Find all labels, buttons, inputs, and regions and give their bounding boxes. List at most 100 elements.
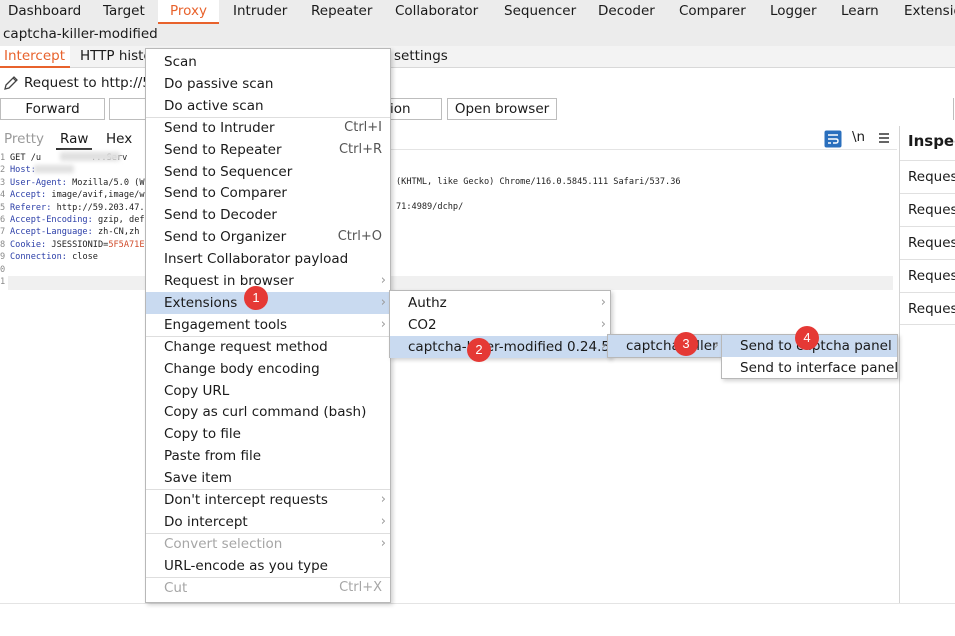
tab-logger[interactable]: Logger — [762, 0, 825, 24]
menu-item-convert-selection: Convert selection › — [146, 533, 390, 555]
menu-item-send-to-intruder[interactable]: Send to Intruder Ctrl+I — [146, 117, 390, 139]
menu-item-label: Do intercept — [164, 513, 248, 530]
menu-item-send-to-repeater[interactable]: Send to Repeater Ctrl+R — [146, 139, 390, 161]
extension-tab-captcha-killer[interactable]: captcha-killer-modified — [0, 24, 955, 46]
shortcut-label: Ctrl+R — [338, 141, 382, 157]
inspector-panel: Inspector Request Request Request Reques… — [899, 126, 955, 604]
referer-tail: 71:4989/dchp/ — [396, 202, 464, 212]
drop-button[interactable] — [109, 98, 147, 120]
menu-item-label: Convert selection — [164, 535, 283, 552]
menu-item-label: Scan — [164, 54, 197, 70]
menu-item-captcha-killer[interactable]: captcha-killer › — [608, 335, 723, 357]
menu-item-cut: Cut Ctrl+X — [146, 577, 390, 599]
hamburger-icon[interactable] — [878, 132, 890, 144]
captcha-killer-submenu: captcha-killer › — [607, 334, 724, 358]
menu-item-send-to-sequencer[interactable]: Send to Sequencer — [146, 161, 390, 183]
request-line: 6 Accept-Encoding: gzip, def — [0, 214, 145, 225]
menu-item-label: Insert Collaborator payload — [164, 251, 349, 268]
editor-toolbar: \n — [390, 128, 897, 150]
menu-item-label: Change request method — [164, 338, 328, 355]
menu-item-save-item[interactable]: Save item — [146, 467, 390, 489]
request-line: 0 — [0, 264, 6, 275]
menu-item-change-request-method[interactable]: Change request method — [146, 336, 390, 358]
menu-item-do-passive-scan[interactable]: Do passive scan — [146, 73, 390, 95]
tab-learn[interactable]: Learn — [833, 0, 887, 24]
tab-sequencer[interactable]: Sequencer — [496, 0, 584, 24]
menu-item-paste-from-file[interactable]: Paste from file — [146, 445, 390, 467]
menu-item-label: Send to Organizer — [164, 229, 287, 246]
menu-item-copy-url[interactable]: Copy URL — [146, 380, 390, 402]
menu-item-send-to-organizer[interactable]: Send to Organizer Ctrl+O — [146, 226, 390, 248]
editor-tab-hex[interactable]: Hex — [102, 128, 136, 150]
wrap-icon[interactable] — [824, 130, 842, 148]
menu-item-label: captcha-killer — [626, 338, 718, 354]
inspector-section[interactable]: Request — [900, 160, 955, 193]
tab-proxy[interactable]: Proxy — [158, 0, 219, 24]
menu-item-send-to-comparer[interactable]: Send to Comparer — [146, 182, 390, 204]
menu-item-engagement-tools[interactable]: Engagement tools › — [146, 314, 390, 336]
tab-comparer[interactable]: Comparer — [671, 0, 754, 24]
request-line: 8 Cookie: JSESSIONID=5F5A71E — [0, 239, 145, 250]
menu-item-copy-as-curl-command-bash[interactable]: Copy as curl command (bash) — [146, 401, 390, 423]
pencil-icon — [4, 76, 18, 90]
request-editor[interactable]: 1GET /u...Serv 2Host: 3User-Agent: Mozil… — [0, 152, 895, 288]
menu-item-insert-collaborator-payload[interactable]: Insert Collaborator payload — [146, 248, 390, 270]
menu-item-label: Send to Intruder — [164, 119, 275, 136]
menu-item-authz[interactable]: Authz › — [390, 292, 610, 314]
tab-http-history[interactable]: HTTP histo — [76, 46, 156, 68]
request-target-label: Request to http://5 — [24, 75, 151, 91]
menu-item-copy-to-file[interactable]: Copy to file — [146, 423, 390, 445]
submenu-arrow-icon: › — [713, 338, 719, 353]
tab-target[interactable]: Target — [95, 0, 153, 24]
tab-proxy-settings[interactable]: settings — [390, 46, 452, 68]
menu-item-url-encode-as-you-type[interactable]: URL-encode as you type — [146, 555, 390, 577]
menu-item-send-to-decoder[interactable]: Send to Decoder — [146, 204, 390, 226]
tab-extensions[interactable]: Extensions — [896, 0, 955, 24]
open-browser-button[interactable]: Open browser — [447, 98, 557, 120]
editor-tab-pretty[interactable]: Pretty — [0, 128, 48, 150]
tab-decoder[interactable]: Decoder — [590, 0, 663, 24]
menu-item-request-in-browser[interactable]: Request in browser › — [146, 270, 390, 292]
menu-item-label: Send to Comparer — [164, 185, 287, 202]
request-line: 7 Accept-Language: zh-CN,zh — [0, 227, 140, 238]
inspector-section[interactable]: Request — [900, 226, 955, 259]
tab-intercept[interactable]: Intercept — [0, 46, 70, 68]
extensions-submenu: Authz › CO2 › captcha-killer-modified 0.24.5… — [389, 290, 611, 358]
step-badge-3: 3 — [674, 332, 698, 356]
status-divider — [0, 603, 955, 604]
tab-collaborator[interactable]: Collaborator — [387, 0, 486, 24]
menu-item-send-to-interface-panel[interactable]: Send to interface panel — [722, 357, 898, 379]
editor-tab-raw[interactable]: Raw — [56, 128, 93, 150]
menu-item-captcha-killer-modified-0-24-5[interactable]: captcha-killer-modified 0.24.5 › — [390, 336, 610, 358]
newline-toggle[interactable]: \n — [852, 129, 865, 145]
shortcut-label: Ctrl+X — [339, 579, 382, 595]
menu-item-label: URL-encode as you type — [164, 557, 328, 574]
tab-repeater[interactable]: Repeater — [303, 0, 380, 24]
forward-button[interactable]: Forward — [0, 98, 105, 120]
inspector-section[interactable]: Request — [900, 292, 955, 325]
menu-item-extensions[interactable]: Extensions › — [146, 291, 390, 314]
menu-item-do-intercept[interactable]: Do intercept › — [146, 511, 390, 533]
step-badge-1: 1 — [244, 286, 268, 310]
menu-item-label: Paste from file — [164, 448, 261, 465]
inspector-title: Inspector — [908, 132, 955, 150]
step-badge-4: 4 — [795, 326, 819, 350]
tab-dashboard[interactable]: Dashboard — [0, 0, 89, 24]
menu-item-co2[interactable]: CO2 › — [390, 314, 610, 336]
proxy-sub-tab-bar: Intercept HTTP histo settings — [0, 46, 955, 68]
menu-item-don-t-intercept-requests[interactable]: Don't intercept requests › — [146, 489, 390, 511]
menu-item-do-active-scan[interactable]: Do active scan — [146, 95, 390, 117]
step-badge-2: 2 — [467, 338, 491, 362]
menu-item-label: Extensions — [164, 294, 238, 311]
menu-item-change-body-encoding[interactable]: Change body encoding — [146, 358, 390, 380]
submenu-arrow-icon: › — [600, 295, 606, 310]
menu-item-label: Send to Sequencer — [164, 163, 293, 180]
inspector-section[interactable]: Request — [900, 193, 955, 226]
request-line: 9 Connection: close — [0, 252, 98, 263]
menu-item-label: Send to Repeater — [164, 141, 282, 158]
menu-item-scan[interactable]: Scan — [146, 51, 390, 73]
tab-intruder[interactable]: Intruder — [225, 0, 295, 24]
submenu-arrow-icon: › — [600, 339, 606, 354]
inspector-section[interactable]: Request — [900, 259, 955, 292]
intercept-action-button[interactable]: ion — [389, 98, 442, 120]
